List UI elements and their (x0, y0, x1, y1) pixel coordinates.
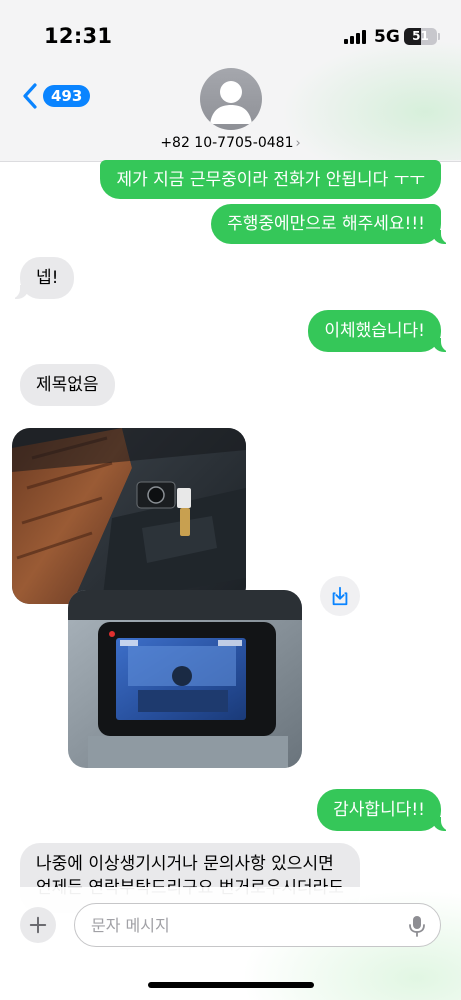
message-bubble-sent[interactable]: 감사합니다!! (317, 789, 452, 831)
save-photo-button[interactable] (320, 576, 360, 616)
message-bubble-received[interactable]: 넵! (8, 257, 75, 299)
dashcam-mount-photo (12, 428, 246, 604)
message-bubble-sent[interactable]: 제가 지금 근무중이라 전화가 안됩니다 ㅜㅜ (100, 160, 441, 199)
unread-count-badge: 493 (43, 85, 91, 107)
message-text-line: 나중에 이상생기시거나 문의사항 있으시면 (36, 854, 334, 874)
plus-icon (29, 916, 47, 934)
home-indicator[interactable] (148, 982, 314, 988)
chevron-left-icon (23, 83, 37, 109)
download-icon (332, 586, 348, 606)
person-icon (210, 81, 252, 124)
contact-name: +82 10-7705-0481 (160, 135, 294, 151)
apps-plus-button[interactable] (20, 907, 56, 943)
message-text: 넵! (36, 268, 59, 288)
battery-icon: 51 (404, 28, 437, 45)
cellular-signal-icon (344, 30, 368, 44)
chevron-right-icon: › (295, 136, 301, 151)
message-bubble-sent[interactable]: 주행중에만으로 해주세요!!! (211, 204, 452, 244)
contact-avatar[interactable] (200, 68, 262, 130)
contact-name-button[interactable]: +82 10-7705-0481 › (0, 135, 461, 151)
message-input[interactable] (91, 904, 391, 946)
message-text: 제목없음 (36, 375, 99, 395)
microphone-icon[interactable] (408, 915, 426, 937)
photo-attachment-dashcam-screen[interactable] (68, 590, 302, 768)
message-input-field[interactable] (74, 903, 441, 947)
message-bubble-received[interactable]: 제목없음 (20, 364, 115, 406)
dashcam-screen-photo (68, 590, 302, 768)
message-text: 주행중에만으로 해주세요!!! (227, 214, 425, 234)
back-button[interactable]: 493 (20, 82, 91, 110)
message-text: 감사합니다!! (333, 800, 425, 820)
message-text: 제가 지금 근무중이라 전화가 안됩니다 ㅜㅜ (116, 169, 425, 190)
network-type: 5G (374, 27, 400, 47)
status-bar: 12:31 5G 51 (0, 0, 461, 62)
message-text: 이체했습니다! (324, 321, 425, 341)
status-time: 12:31 (44, 24, 113, 48)
battery-level: 51 (412, 29, 429, 43)
battery-nub (438, 33, 440, 40)
message-bubble-sent[interactable]: 이체했습니다! (308, 310, 452, 352)
photo-attachment-dashcam-mount[interactable] (12, 428, 246, 604)
